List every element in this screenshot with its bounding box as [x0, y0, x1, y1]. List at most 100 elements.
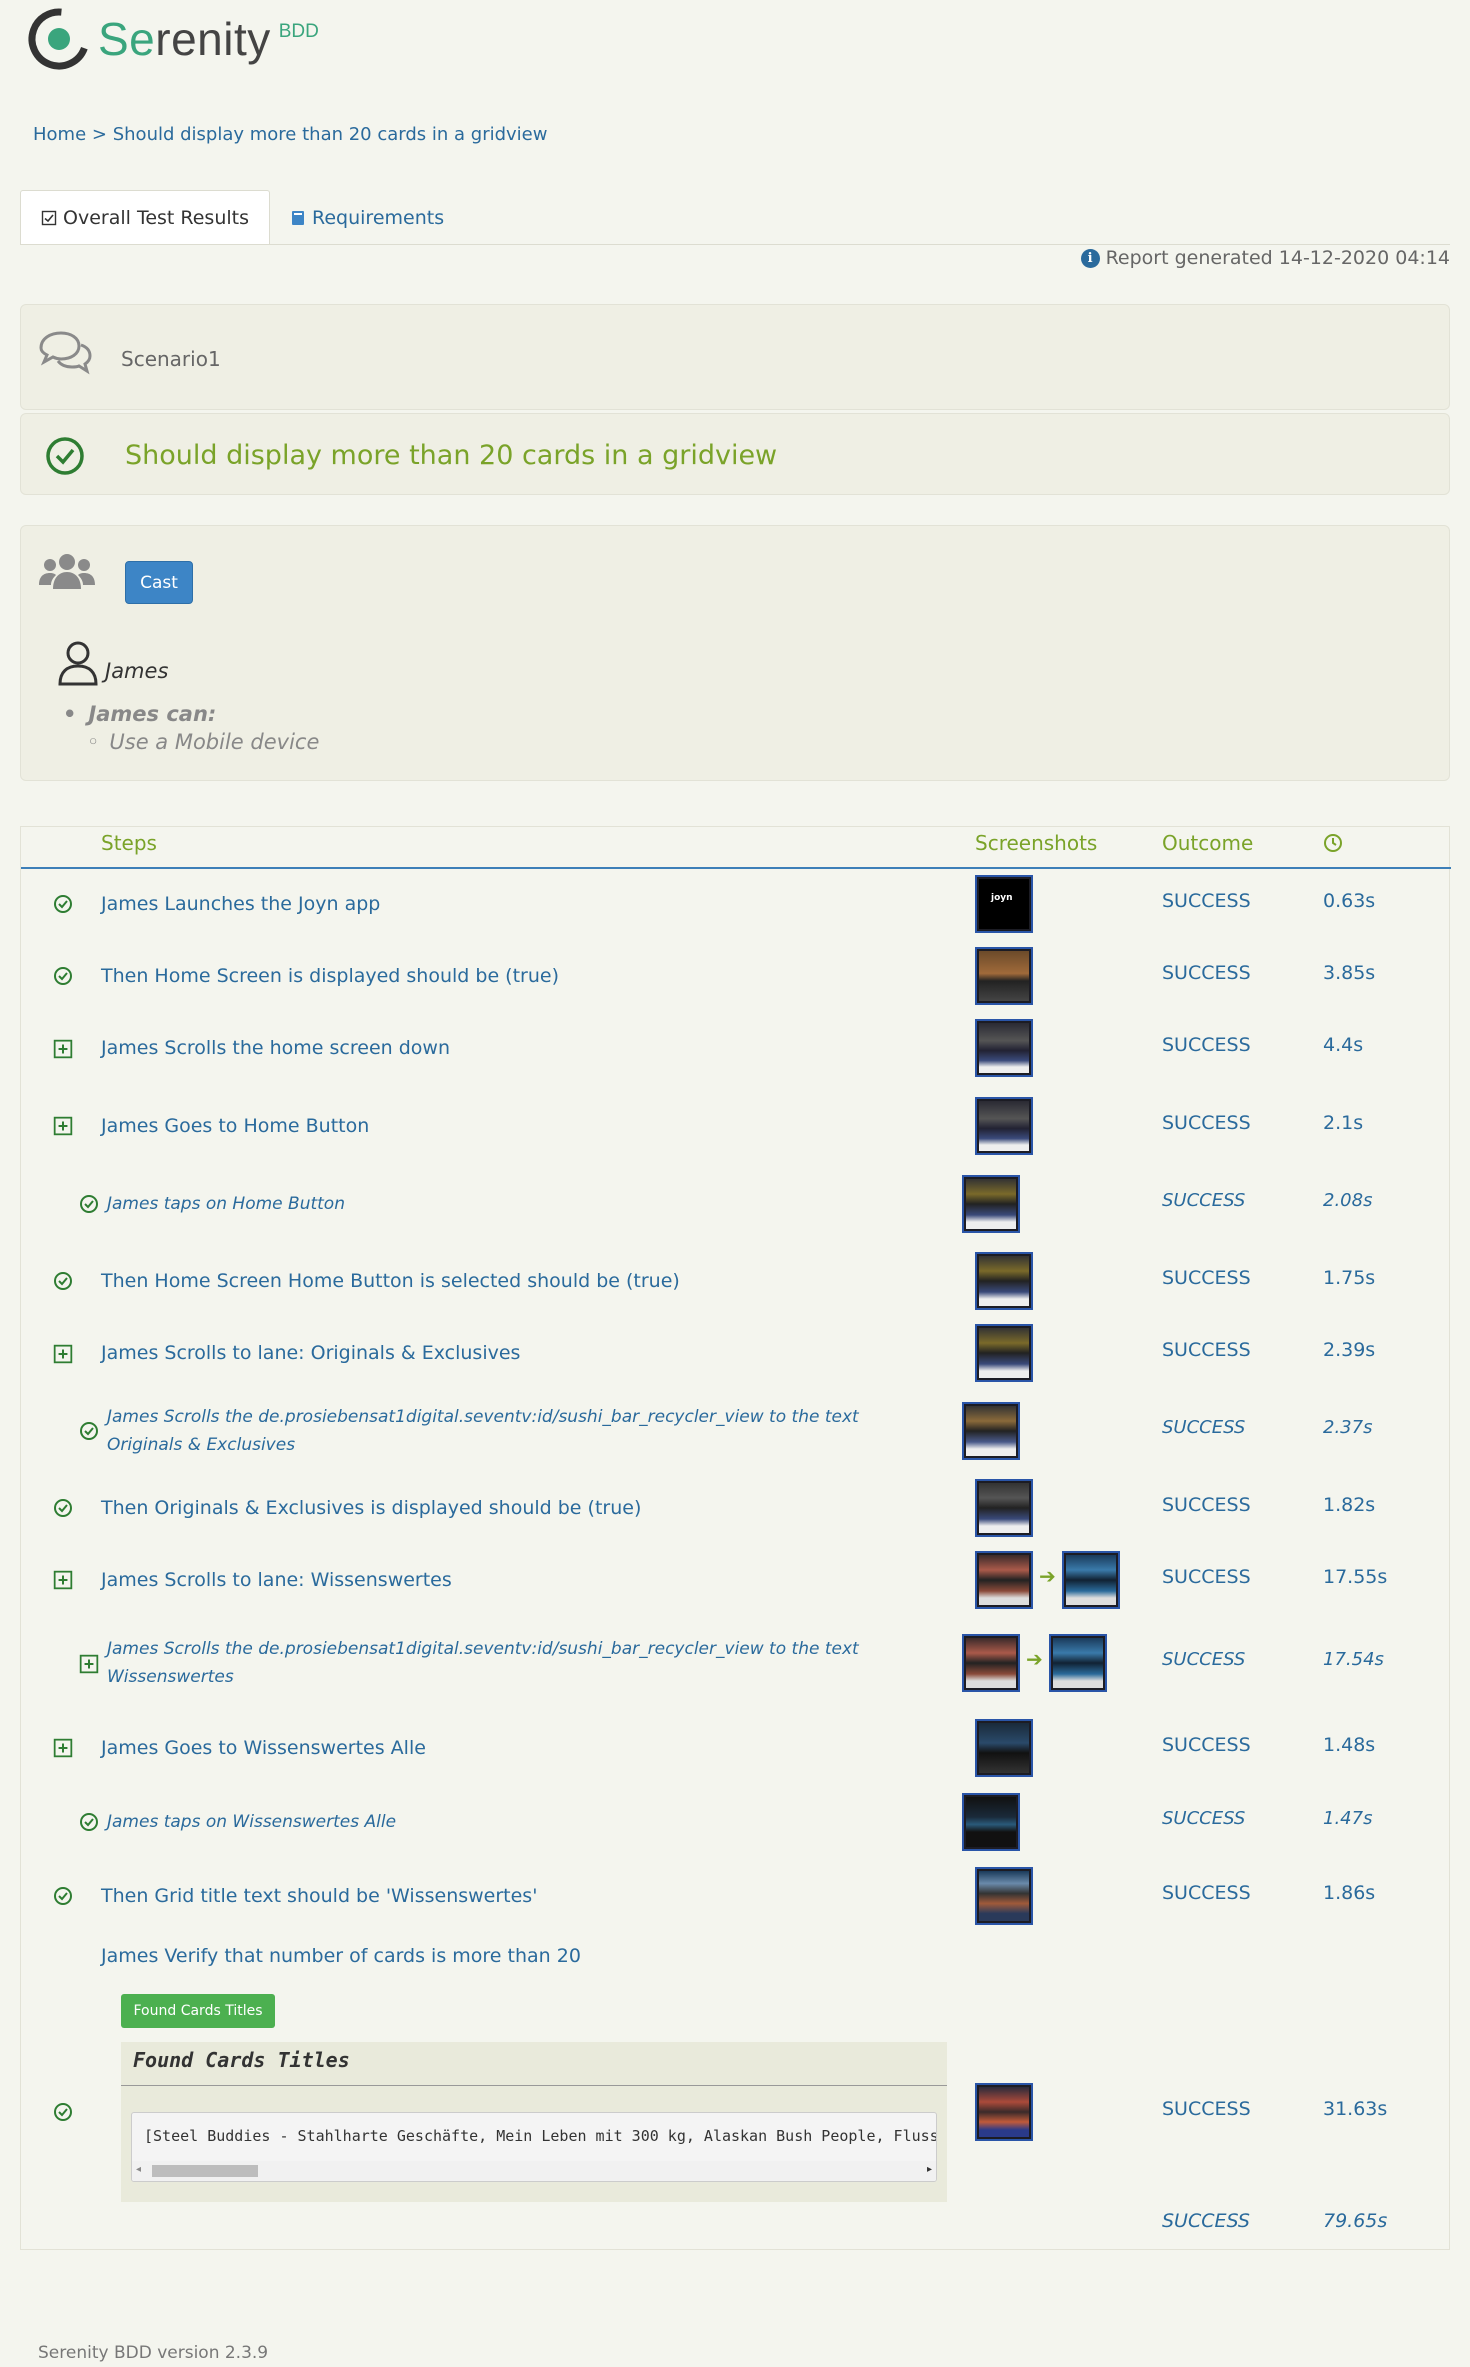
screenshot-thumbnail[interactable] — [975, 1479, 1033, 1537]
check-circle-icon — [54, 1887, 72, 1905]
screenshot-thumbnail[interactable] — [975, 2083, 1033, 2141]
serenity-logo[interactable]: Serenity BDD — [26, 6, 319, 72]
clock-icon — [1324, 834, 1342, 852]
report-tabs: Overall Test Results Requirements — [20, 190, 1450, 245]
screenshot-thumbnail[interactable] — [975, 1019, 1033, 1077]
step-outcome: SUCCESS — [1162, 1339, 1251, 1361]
step-description[interactable]: Then Grid title text should be 'Wissensw… — [101, 1882, 537, 1910]
breadcrumb-current[interactable]: Should display more than 20 cards in a g… — [113, 124, 548, 145]
expand-plus-icon[interactable] — [53, 1570, 73, 1590]
evidence-content[interactable]: [Steel Buddies - Stahlharte Geschäfte, M… — [131, 2112, 937, 2182]
tab-requirements[interactable]: Requirements — [270, 190, 464, 245]
horizontal-scrollbar[interactable]: ◂ ▸ — [132, 2161, 936, 2181]
step-duration: 2.08s — [1323, 1190, 1373, 1211]
step-description-line: James Scrolls the de.prosiebensat1digita… — [107, 1407, 859, 1427]
step-description[interactable]: James Scrolls to lane: Originals & Exclu… — [101, 1339, 520, 1367]
cast-button[interactable]: Cast — [125, 561, 193, 604]
step-row: James Scrolls to lane: Originals & Exclu… — [21, 1312, 1451, 1384]
step-row: James Scrolls the home screen down SUCCE… — [21, 1012, 1451, 1084]
step-outcome: SUCCESS — [1162, 1034, 1251, 1056]
expand-plus-icon[interactable] — [53, 1738, 73, 1758]
book-icon — [292, 210, 305, 225]
step-description[interactable]: James Launches the Joyn app — [101, 890, 380, 918]
screenshot-thumbnail[interactable] — [975, 1252, 1033, 1310]
screenshot-thumbnail[interactable] — [962, 1634, 1020, 1692]
check-circle-icon — [54, 2103, 72, 2121]
screenshot-thumbnail[interactable] — [975, 1719, 1033, 1777]
expand-plus-icon[interactable] — [53, 1039, 73, 1059]
screenshot-thumbnail[interactable] — [962, 1793, 1020, 1851]
brand-suffix: BDD — [278, 21, 319, 42]
expand-plus-icon[interactable] — [79, 1654, 99, 1674]
tab-overall-test-results[interactable]: Overall Test Results — [20, 190, 271, 245]
step-description[interactable]: James taps on Wissenswertes Alle — [107, 1808, 396, 1836]
step-row: James Launches the Joyn app joyn SUCCESS… — [21, 868, 1451, 940]
step-description[interactable]: Then Home Screen is displayed should be … — [101, 962, 559, 990]
step-outcome: SUCCESS — [1162, 1566, 1251, 1588]
arrow-right-icon: ➔ — [1026, 1647, 1043, 1671]
expand-plus-icon[interactable] — [53, 1116, 73, 1136]
test-title-panel: Should display more than 20 cards in a g… — [20, 413, 1450, 495]
comments-icon — [39, 331, 92, 375]
breadcrumb: Home > Should display more than 20 cards… — [33, 124, 547, 145]
step-duration: 17.55s — [1323, 1566, 1388, 1588]
step-duration: 2.37s — [1323, 1417, 1373, 1438]
brand-name: Serenity — [98, 13, 271, 65]
scrollbar-thumb[interactable] — [152, 2165, 258, 2177]
step-duration: 4.4s — [1323, 1034, 1364, 1056]
step-description[interactable]: Then Home Screen Home Button is selected… — [101, 1267, 680, 1295]
report-generated: i Report generated 14-12-2020 04:14 — [1080, 247, 1450, 269]
step-outcome: SUCCESS — [1162, 1882, 1251, 1904]
scroll-right-icon[interactable]: ▸ — [927, 2164, 932, 2175]
screenshot-thumbnail[interactable] — [975, 1324, 1033, 1382]
step-description[interactable]: James Scrolls the home screen down — [101, 1034, 450, 1062]
success-check-icon — [46, 437, 84, 475]
step-duration: 1.75s — [1323, 1267, 1376, 1289]
step-description[interactable]: James Scrolls to lane: Wissenswertes — [101, 1566, 452, 1594]
screenshot-thumbnail[interactable] — [1049, 1634, 1107, 1692]
step-row: James Goes to Home Button SUCCESS 2.1s — [21, 1084, 1451, 1168]
scroll-left-icon[interactable]: ◂ — [136, 2164, 141, 2175]
step-outcome: SUCCESS — [1162, 1494, 1251, 1516]
tab-label: Overall Test Results — [63, 207, 250, 229]
step-row: James Scrolls to lane: Wissenswertes ➔ S… — [21, 1542, 1451, 1620]
info-icon: i — [1080, 248, 1100, 268]
step-description[interactable]: James Goes to Home Button — [101, 1112, 369, 1140]
screenshot-thumbnail[interactable] — [962, 1402, 1020, 1460]
serenity-logo-icon — [28, 8, 90, 70]
evidence-panel: Found Cards Titles [Steel Buddies - Stah… — [121, 2042, 947, 2202]
step-description-line: Originals & Exclusives — [107, 1435, 296, 1455]
screenshot-thumbnail[interactable] — [962, 1175, 1020, 1233]
screenshot-thumbnail[interactable]: joyn — [975, 875, 1033, 933]
breadcrumb-home-link[interactable]: Home — [33, 124, 86, 145]
step-description[interactable]: James taps on Home Button — [107, 1190, 345, 1218]
evidence-toggle-button[interactable]: Found Cards Titles — [121, 1994, 275, 2028]
step-outcome: SUCCESS — [1162, 2098, 1251, 2120]
step-row: James Scrolls the de.prosiebensat1digita… — [21, 1620, 1451, 1710]
screenshot-thumbnail[interactable] — [975, 1867, 1033, 1925]
user-icon — [58, 641, 98, 686]
step-outcome: SUCCESS — [1162, 1734, 1251, 1756]
screenshot-thumbnail[interactable] — [1062, 1551, 1120, 1609]
step-description[interactable]: James Goes to Wissenswertes Alle — [101, 1734, 426, 1762]
expand-plus-icon[interactable] — [53, 1344, 73, 1364]
step-description[interactable]: Then Originals & Exclusives is displayed… — [101, 1494, 641, 1522]
screenshot-thumbnail[interactable] — [975, 947, 1033, 1005]
duration-header — [1323, 833, 1343, 858]
actor-ability: Use a Mobile device — [87, 730, 319, 754]
outcome-header: Outcome — [1162, 831, 1254, 855]
step-description[interactable]: James Scrolls the de.prosiebensat1digita… — [107, 1403, 859, 1459]
step-outcome: SUCCESS — [1162, 962, 1251, 984]
step-description[interactable]: James Scrolls the de.prosiebensat1digita… — [107, 1635, 859, 1691]
tab-label: Requirements — [312, 206, 445, 229]
report-generated-text: Report generated 14-12-2020 04:14 — [1105, 247, 1450, 269]
footer-version: Serenity BDD version 2.3.9 — [38, 2343, 269, 2363]
step-duration: 2.1s — [1323, 1112, 1364, 1134]
step-duration: 1.86s — [1323, 1882, 1376, 1904]
screenshot-thumbnail[interactable] — [975, 1097, 1033, 1155]
screenshot-thumbnail[interactable] — [975, 1551, 1033, 1609]
step-row: Then Grid title text should be 'Wissensw… — [21, 1860, 1451, 1930]
steps-header: Steps — [101, 831, 157, 855]
step-description[interactable]: James Verify that number of cards is mor… — [101, 1942, 581, 1970]
screenshots-header: Screenshots — [975, 831, 1098, 855]
